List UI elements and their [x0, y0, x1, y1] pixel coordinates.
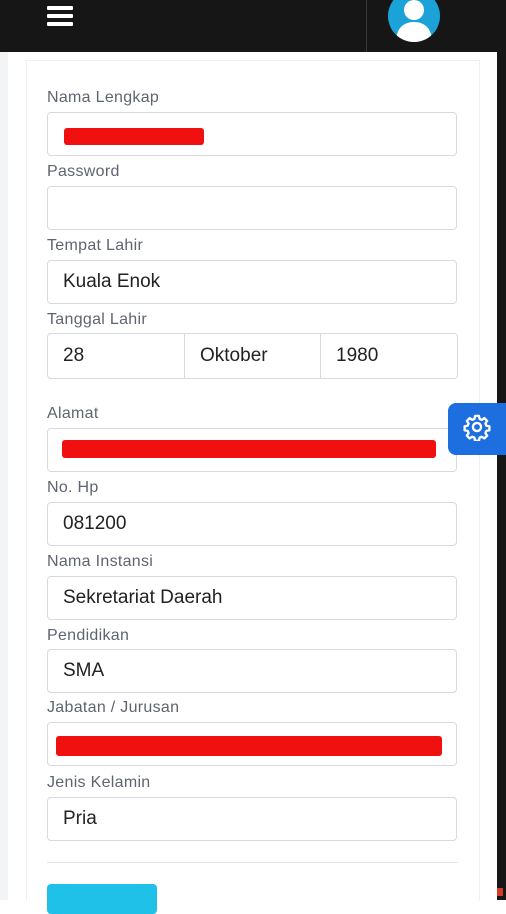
- submit-button[interactable]: [47, 884, 157, 914]
- nama-instansi-input[interactable]: Sekretariat Daerah: [47, 576, 457, 620]
- corner-indicator: [497, 888, 503, 896]
- top-navbar: [0, 0, 506, 52]
- form-divider: [47, 862, 458, 863]
- navbar-divider: [366, 0, 367, 52]
- label-pendidikan: Pendidikan: [47, 627, 130, 644]
- label-alamat: Alamat: [47, 405, 99, 422]
- alamat-input[interactable]: [47, 428, 457, 472]
- hamburger-menu-icon[interactable]: [47, 6, 73, 26]
- label-jabatan-jurusan: Jabatan / Jurusan: [47, 699, 180, 716]
- tempat-lahir-input[interactable]: Kuala Enok: [47, 260, 457, 304]
- label-tempat-lahir: Tempat Lahir: [47, 237, 144, 254]
- label-password: Password: [47, 163, 120, 180]
- gear-icon: [463, 413, 491, 446]
- settings-button[interactable]: [448, 403, 506, 455]
- jenis-kelamin-select[interactable]: Pria: [47, 797, 457, 841]
- redacted-address: [62, 440, 436, 458]
- label-nama-instansi: Nama Instansi: [47, 553, 154, 570]
- birth-year-select[interactable]: 1980: [320, 333, 458, 379]
- birth-month-select[interactable]: Oktober: [184, 333, 321, 379]
- user-avatar-icon[interactable]: [388, 0, 440, 42]
- label-no-hp: No. Hp: [47, 479, 99, 496]
- birth-day-select[interactable]: 28: [47, 333, 185, 379]
- label-tanggal-lahir: Tanggal Lahir: [47, 311, 147, 328]
- label-jenis-kelamin: Jenis Kelamin: [47, 774, 151, 791]
- nama-lengkap-input[interactable]: [47, 112, 457, 156]
- page-right-gutter: [497, 52, 506, 900]
- label-nama-lengkap: Nama Lengkap: [47, 89, 160, 106]
- no-hp-input[interactable]: 081200: [47, 502, 457, 546]
- jabatan-jurusan-input[interactable]: [47, 722, 457, 766]
- page-left-gutter: [0, 52, 8, 900]
- redacted-name: [64, 128, 204, 145]
- redacted-jabatan: [56, 736, 442, 756]
- pendidikan-select[interactable]: SMA: [47, 649, 457, 693]
- password-input[interactable]: [47, 186, 457, 230]
